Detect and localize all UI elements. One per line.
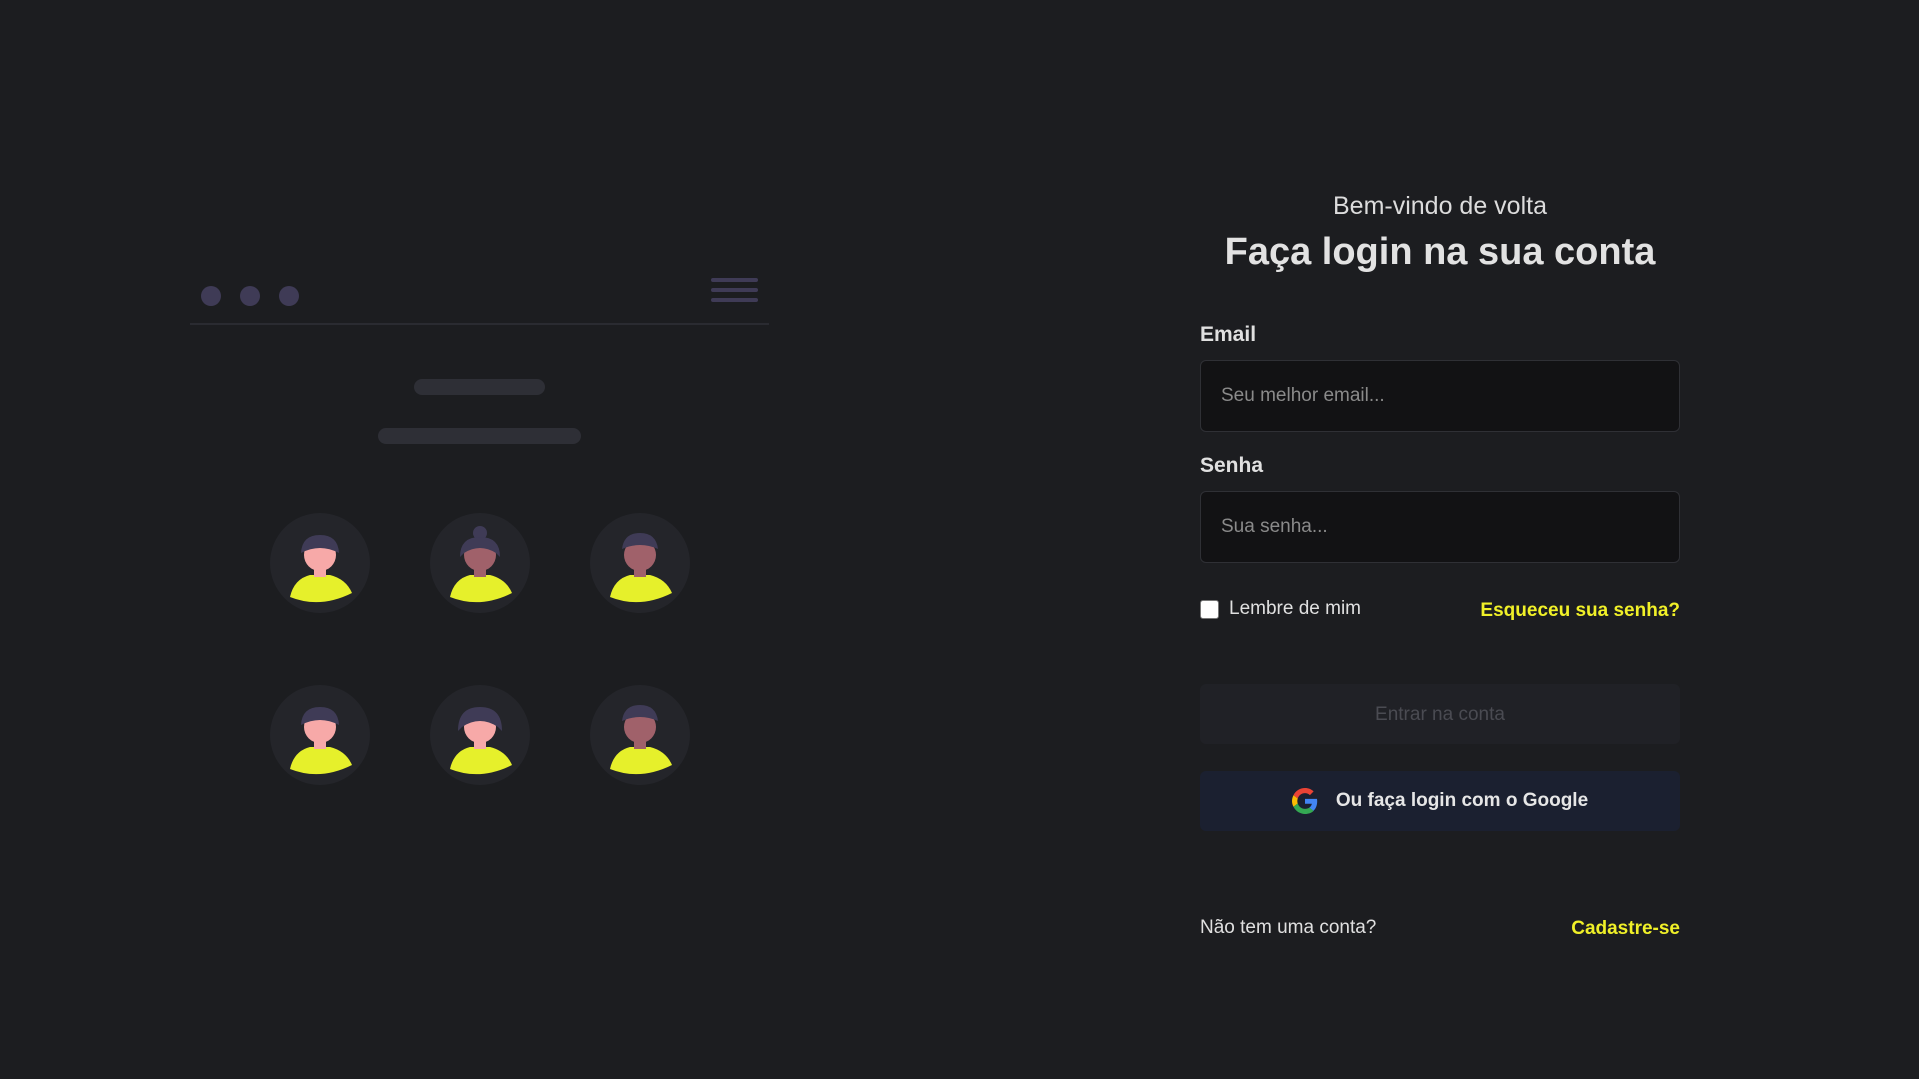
remember-label: Lembre de mim: [1229, 598, 1361, 619]
signup-link[interactable]: Cadastre-se: [1571, 918, 1680, 940]
user-avatar-icon: [430, 513, 530, 613]
remember-me[interactable]: Lembre de mim: [1200, 598, 1361, 620]
placeholder-bar: [378, 428, 581, 444]
password-field[interactable]: [1200, 491, 1680, 563]
user-avatar-icon: [430, 685, 530, 785]
login-illustration: [190, 270, 769, 800]
user-avatar-icon: [590, 513, 690, 613]
email-label: Email: [1200, 323, 1257, 346]
hamburger-icon: [711, 278, 758, 308]
illustration-window-bar: [190, 270, 769, 325]
user-avatar-icon: [590, 685, 690, 785]
window-dot: [201, 286, 221, 306]
window-dot: [240, 286, 260, 306]
google-button-label: Ou faça login com o Google: [1335, 790, 1589, 811]
user-avatar-icon: [270, 685, 370, 785]
email-field[interactable]: [1200, 360, 1680, 432]
user-avatar-icon: [270, 513, 370, 613]
placeholder-bar: [414, 379, 545, 395]
welcome-text: Bem-vindo de volta: [1332, 192, 1547, 220]
google-login-button[interactable]: Ou faça login com o Google: [1200, 771, 1680, 831]
window-dot: [279, 286, 299, 306]
no-account-text: Não tem uma conta?: [1200, 917, 1377, 938]
page-title: Faça login na sua conta: [1224, 231, 1656, 273]
google-icon: [1291, 788, 1318, 814]
remember-checkbox[interactable]: [1200, 599, 1219, 619]
forgot-password-link[interactable]: Esqueceu sua senha?: [1480, 600, 1680, 622]
password-label: Senha: [1200, 454, 1264, 477]
login-button[interactable]: Entrar na conta: [1200, 684, 1680, 744]
login-form: Bem-vindo de volta Faça login na sua con…: [1200, 190, 1680, 939]
